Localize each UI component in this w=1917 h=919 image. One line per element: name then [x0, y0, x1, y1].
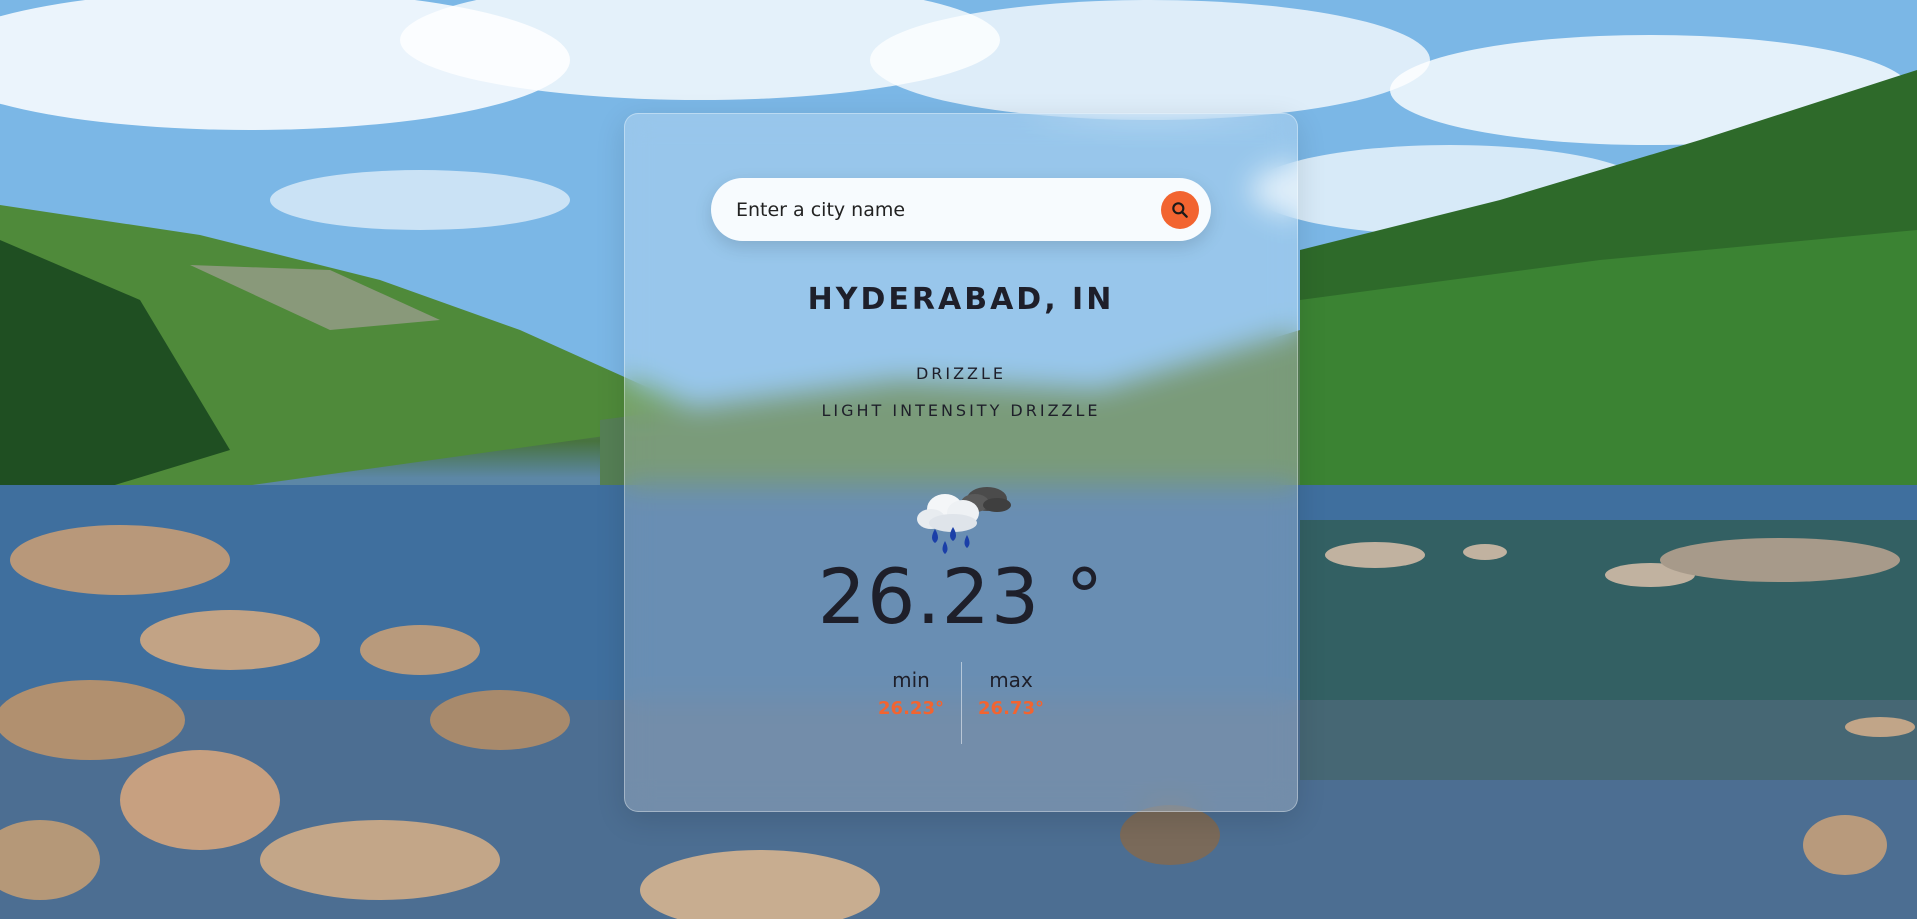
min-label: min	[892, 668, 930, 692]
weather-condition: DRIZZLE	[915, 364, 1007, 383]
max-temp-block: max 26.73°	[961, 662, 1061, 719]
weather-description: LIGHT INTENSITY DRIZZLE	[821, 401, 1101, 420]
weather-card: HYDERABAD, IN DRIZZLE LIGHT INTENSITY DR…	[624, 113, 1298, 812]
temperature: 26.23 °	[817, 552, 1105, 641]
app-root: HYDERABAD, IN DRIZZLE LIGHT INTENSITY DR…	[0, 0, 1917, 919]
min-temp-value: 26.23°	[878, 698, 944, 719]
search-bar	[711, 177, 1211, 242]
min-max-panel: min 26.23° max 26.73°	[861, 662, 1061, 744]
rain-cloud-icon	[917, 487, 1011, 554]
min-temp-block: min 26.23°	[861, 662, 961, 719]
city-name: HYDERABAD, IN	[807, 282, 1115, 317]
max-temp-value: 26.73°	[978, 698, 1044, 719]
max-label: max	[989, 668, 1033, 692]
city-search-input[interactable]	[711, 177, 1161, 242]
search-icon	[1172, 201, 1188, 218]
search-button[interactable]	[1161, 190, 1199, 229]
